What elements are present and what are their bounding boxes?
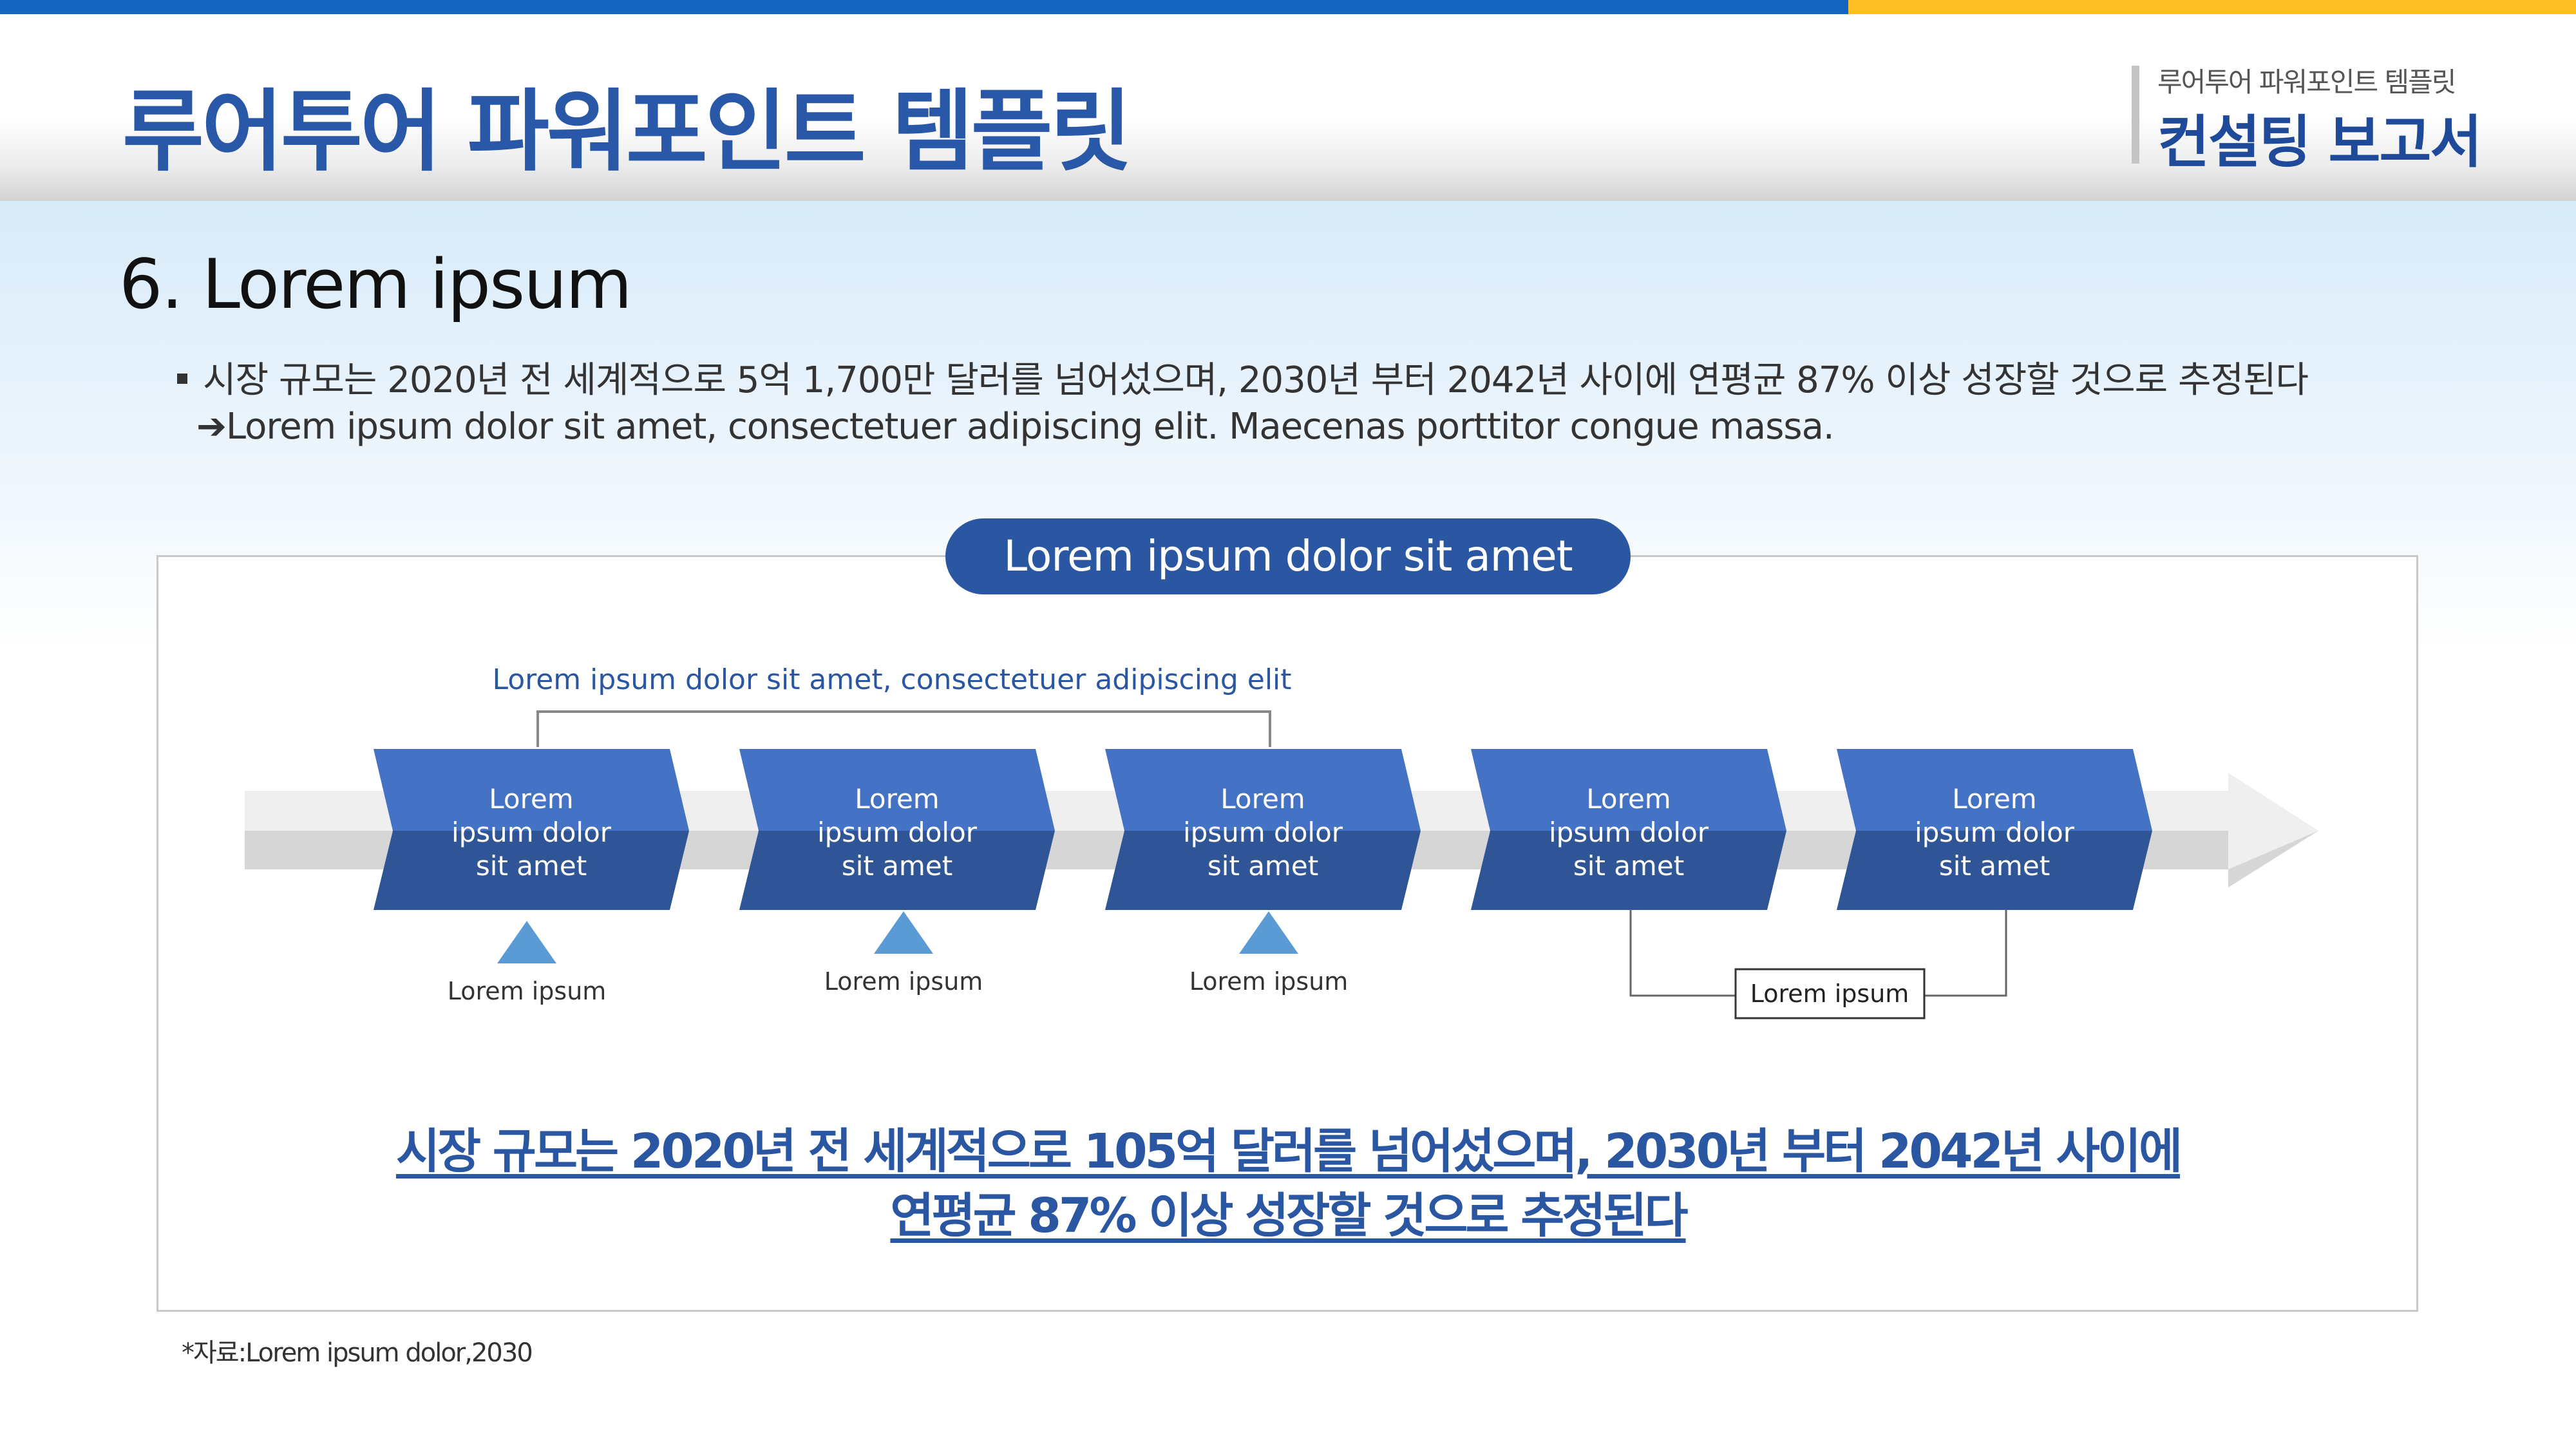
step-box-1: Loremipsum dolorsit amet	[374, 749, 689, 910]
step-text: sit amet	[1939, 850, 2050, 882]
step-text: ipsum dolor	[817, 817, 978, 848]
summary-line-2: 연평균 87% 이상 성장할 것으로 추정된다	[890, 1188, 1688, 1244]
step-box-2: Loremipsum dolorsit amet	[739, 749, 1055, 910]
step-text: Lorem	[1586, 783, 1671, 815]
step-text: sit amet	[1573, 850, 1684, 882]
step-text: ipsum dolor	[451, 817, 612, 848]
step-box-3: Loremipsum dolorsit amet	[1105, 749, 1421, 910]
step-text: ipsum dolor	[1549, 817, 1709, 848]
triangle-marker-icon	[497, 921, 556, 963]
step-text: Lorem	[855, 783, 939, 815]
step-text: ipsum dolor	[1183, 817, 1343, 848]
step-text: Lorem	[489, 783, 573, 815]
triangle-marker-icon	[1239, 911, 1298, 954]
step-text: sit amet	[842, 850, 952, 882]
step-text: Lorem	[1220, 783, 1305, 815]
marker-label: Lorem ipsum	[448, 977, 607, 1005]
summary-line-1: 시장 규모는 2020년 전 세계적으로 105억 달러를 넘어섰으며, 203…	[395, 1124, 2183, 1179]
step-text: sit amet	[1208, 850, 1318, 882]
bracket-top	[536, 710, 1271, 747]
connector-line	[1629, 909, 1736, 997]
step-box-5: Loremipsum dolorsit amet	[1837, 749, 2152, 910]
source-note: *자료:Lorem ipsum dolor,2030	[182, 1338, 533, 1368]
marker-label: Lorem ipsum	[1189, 967, 1349, 996]
connector-line-right	[1924, 909, 2007, 997]
marker-label: Lorem ipsum	[824, 967, 983, 996]
bracket-label: Lorem ipsum dolor sit amet, consectetuer…	[492, 663, 1291, 696]
triangle-marker-icon	[874, 911, 933, 954]
step-text: ipsum dolor	[1915, 817, 2075, 848]
step-box-4: Loremipsum dolorsit amet	[1471, 749, 1786, 910]
connector-label: Lorem ipsum	[1750, 980, 1909, 1008]
step-text: Lorem	[1952, 783, 2036, 815]
step-text: sit amet	[476, 850, 587, 882]
